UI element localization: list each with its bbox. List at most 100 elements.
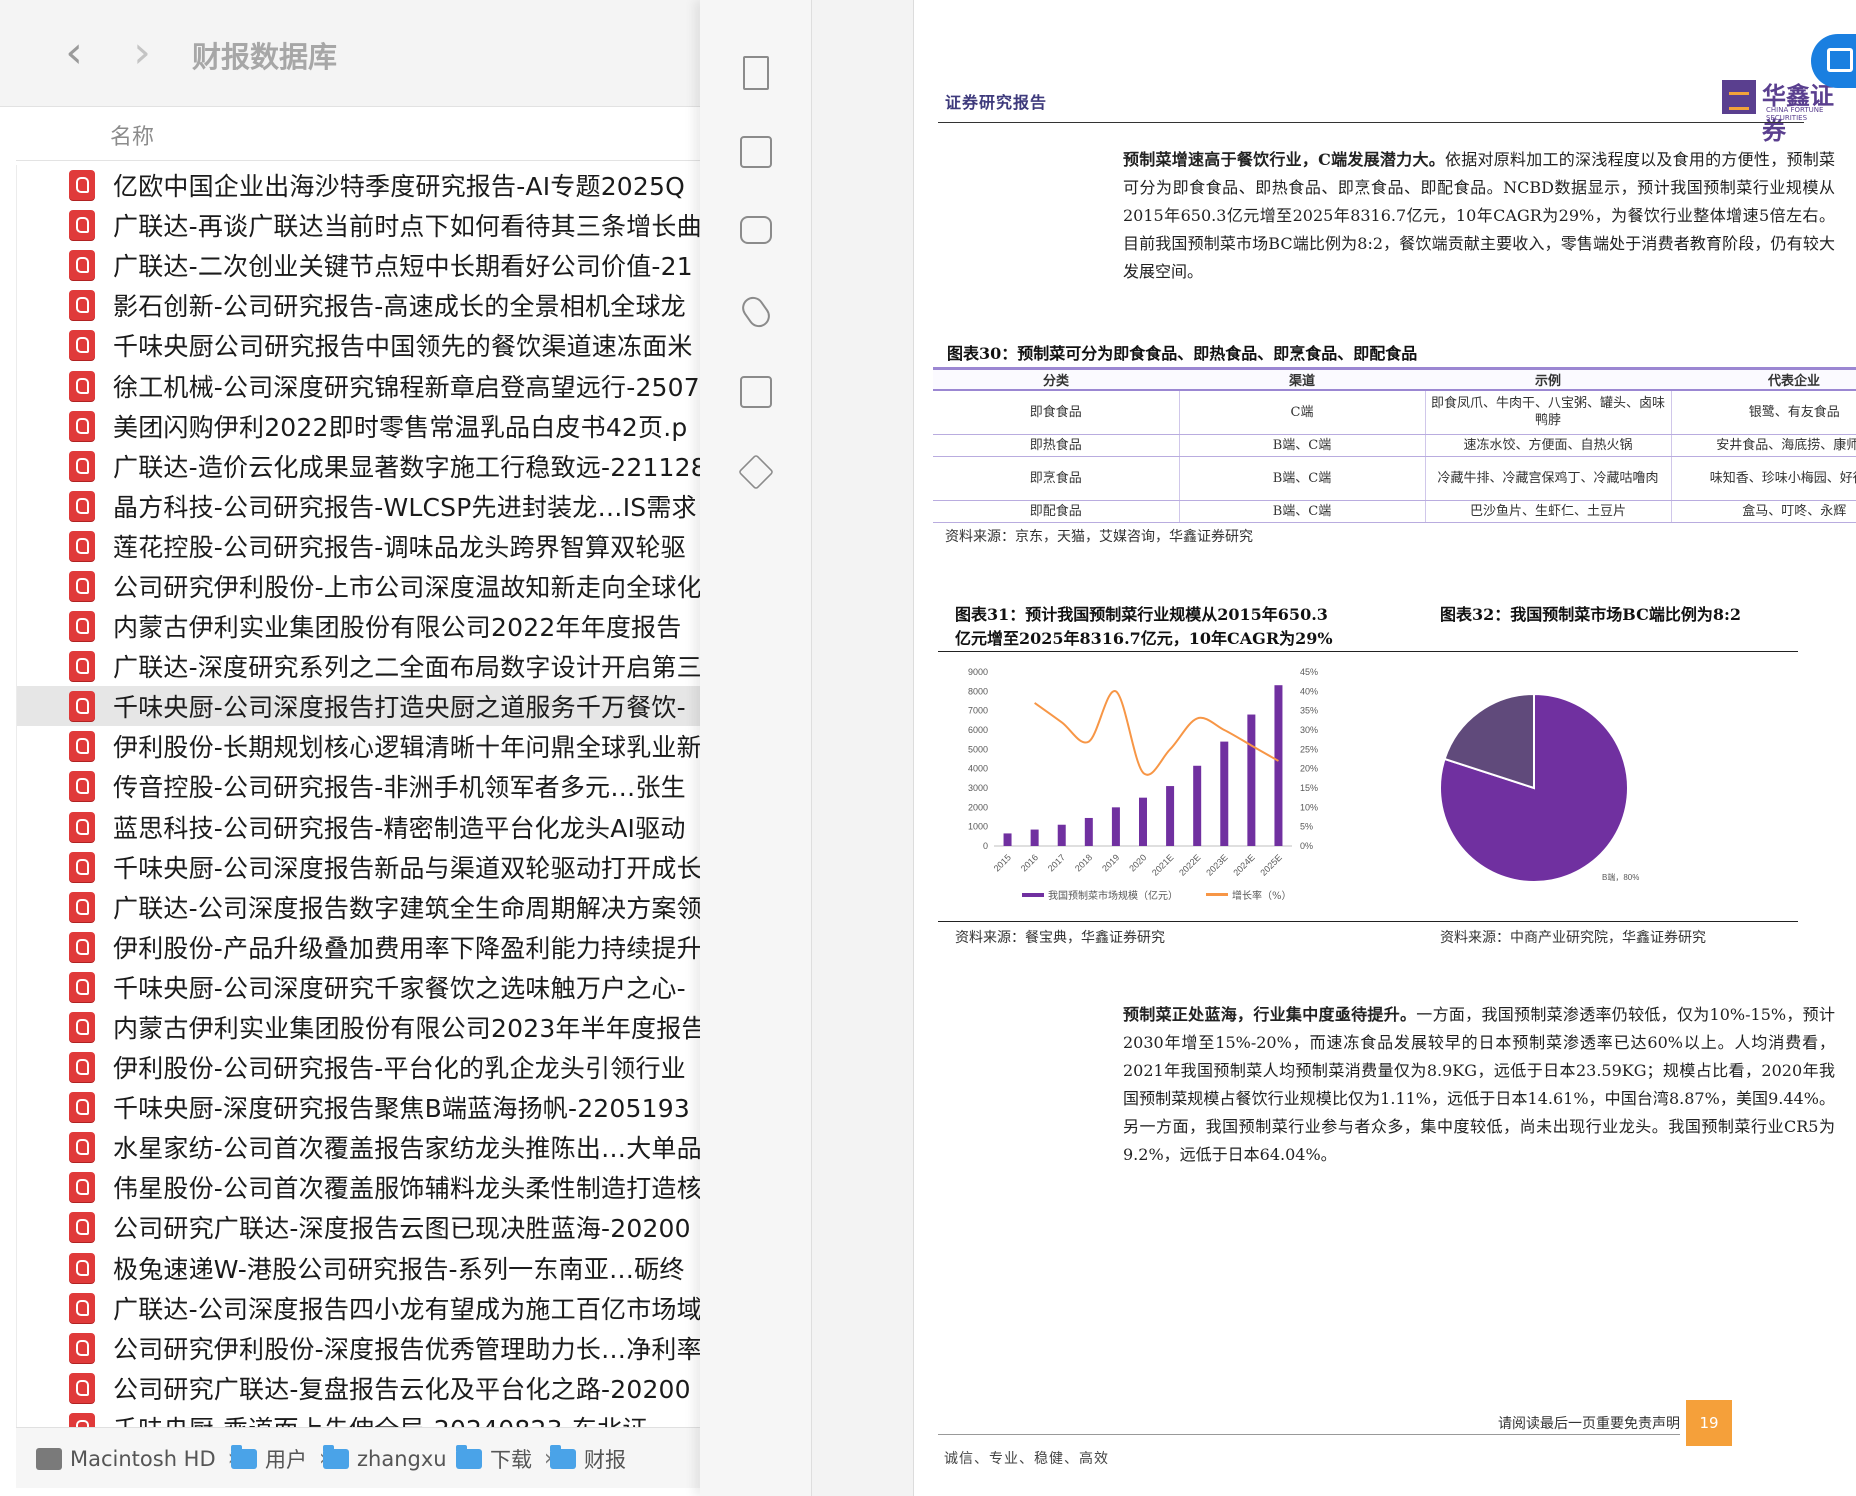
pdf-file-icon <box>69 691 95 722</box>
file-row[interactable]: 千味央厨公司研究报告中国领先的餐饮渠道速冻面米 <box>17 325 700 365</box>
file-row[interactable]: 亿欧中国企业出海沙特季度研究报告-AI专题2025Q <box>17 165 700 205</box>
x-tick-label: 2019 <box>1100 852 1121 873</box>
file-row[interactable]: 美团闪购伊利2022即时零售常温乳品白皮书42页.p <box>17 406 700 446</box>
table-cell: 速冻水饺、方便面、自热火锅 <box>1425 434 1672 457</box>
file-name: 亿欧中国企业出海沙特季度研究报告-AI专题2025Q <box>113 172 685 202</box>
column-header-name[interactable]: 名称 <box>16 107 700 161</box>
pdf-file-icon <box>69 570 95 601</box>
file-name: 美团闪购伊利2022即时零售常温乳品白皮书42页.p <box>113 412 688 442</box>
file-row[interactable]: 千味央厨-公司深度报告新品与渠道双轮驱动打开成长 <box>17 847 700 887</box>
path-item-macintosh-hd[interactable]: Macintosh HD› <box>36 1428 248 1488</box>
file-row[interactable]: 伊利股份-长期规划核心逻辑清晰十年问鼎全球乳业新 <box>17 726 700 766</box>
x-tick-label: 2021E <box>1150 852 1175 877</box>
header-divider <box>938 122 1804 123</box>
file-row[interactable]: 千味央厨-深度研究报告聚焦B端蓝海扬帆-2205193 <box>17 1087 700 1127</box>
file-row[interactable]: 公司研究伊利股份-深度报告优秀管理助力长…净利率 <box>17 1328 700 1368</box>
table-cell: C端 <box>1179 390 1426 435</box>
file-row[interactable]: 千味央厨-乘道而上先伸全局-20240823-东北证 <box>17 1408 700 1427</box>
bar <box>1084 817 1093 846</box>
file-row[interactable]: 千味央厨-公司深度报告打造央厨之道服务千万餐饮- <box>17 686 700 727</box>
file-row[interactable]: 传音控股-公司研究报告-非洲手机领军者多元…张生 <box>17 766 700 806</box>
file-name: 公司研究广联达-复盘报告云化及平台化之路-20200 <box>113 1374 691 1404</box>
hard-drive-icon <box>36 1447 62 1470</box>
file-name: 广联达-再谈广联达当前时点下如何看待其三条增长曲 <box>113 212 700 242</box>
translate-float-button[interactable] <box>1811 34 1856 88</box>
path-item-downloads[interactable]: 下载 › <box>456 1428 565 1488</box>
legend-swatch-bar <box>1022 893 1044 897</box>
image-icon[interactable] <box>740 136 772 168</box>
bar <box>1166 786 1175 846</box>
file-name: 广联达-公司深度报告数字建筑全生命周期解决方案领 <box>113 893 700 923</box>
pdf-file-icon <box>69 971 95 1002</box>
file-row[interactable]: 伊利股份-公司研究报告-平台化的乳企龙头引领行业 <box>17 1047 700 1087</box>
file-row[interactable]: 徐工机械-公司深度研究锦程新章启登高望远行-2507 <box>17 365 700 405</box>
path-item-reports[interactable]: 财报 <box>550 1428 626 1488</box>
file-row[interactable]: 极兔速递W-港股公司研究报告-系列一东南亚…砺终 <box>17 1248 700 1288</box>
paragraph-1-body: 依据对原料加工的深浅程度以及食用的方便性，预制菜可分为即食食品、即热食品、即烹食… <box>1123 150 1835 281</box>
file-row[interactable]: 影石创新-公司研究报告-高速成长的全景相机全球龙 <box>17 285 700 325</box>
comment-icon[interactable] <box>740 216 772 244</box>
table-row: 即热食品B端、C端速冻水饺、方便面、自热火锅安井食品、海底捞、康师傅 <box>933 434 1856 457</box>
legend-label-bar: 我国预制菜市场规模（亿元） <box>1048 889 1178 902</box>
bookmark-icon[interactable] <box>743 56 769 90</box>
table-header-cell: 渠道 <box>1179 367 1425 391</box>
path-label: zhangxu <box>357 1446 447 1471</box>
bar <box>1057 824 1066 846</box>
path-label: 下载 <box>490 1447 532 1472</box>
figure-bottom-rule <box>938 921 1798 922</box>
file-row[interactable]: 公司研究广联达-深度报告云图已现决胜蓝海-20200 <box>17 1207 700 1247</box>
folder-icon <box>323 1444 349 1469</box>
file-row[interactable]: 广联达-二次创业关键节点短中长期看好公司价值-21 <box>17 245 700 285</box>
file-row[interactable]: 蓝思科技-公司研究报告-精密制造平台化龙头AI驱动 <box>17 807 700 847</box>
file-row[interactable]: 伊利股份-产品升级叠加费用率下降盈利能力持续提升 <box>17 927 700 967</box>
y-tick-left: 3000 <box>968 783 988 793</box>
legend-label-line: 增长率（%） <box>1232 889 1292 902</box>
folder-icon <box>456 1444 482 1469</box>
pdf-file-icon <box>69 891 95 922</box>
table-header-cell: 代表企业 <box>1671 367 1856 391</box>
file-row[interactable]: 公司研究伊利股份-上市公司深度温故知新走向全球化 <box>17 566 700 606</box>
file-row[interactable]: 公司研究广联达-复盘报告云化及平台化之路-20200 <box>17 1368 700 1408</box>
file-row[interactable]: 广联达-再谈广联达当前时点下如何看待其三条增长曲 <box>17 205 700 245</box>
file-row[interactable]: 广联达-深度研究系列之二全面布局数字设计开启第三 <box>17 646 700 686</box>
file-name: 伊利股份-产品升级叠加费用率下降盈利能力持续提升 <box>113 933 700 963</box>
file-row[interactable]: 广联达-造价云化成果显著数字施工行稳致远-221128 <box>17 446 700 486</box>
file-name: 内蒙古伊利实业集团股份有限公司2022年年度报告 <box>113 613 682 643</box>
file-row[interactable]: 广联达-公司深度报告四小龙有望成为施工百亿市场域 <box>17 1288 700 1328</box>
file-row[interactable]: 广联达-公司深度报告数字建筑全生命周期解决方案领 <box>17 887 700 927</box>
file-name: 千味央厨-深度研究报告聚焦B端蓝海扬帆-2205193 <box>113 1094 690 1124</box>
y-tick-right: 45% <box>1300 667 1318 677</box>
table-cell: 盒马、叮咚、永辉 <box>1671 500 1856 523</box>
file-row[interactable]: 晶方科技-公司研究报告-WLCSP先进封装龙…IS需求 <box>17 486 700 526</box>
page-number: 19 <box>1686 1400 1732 1446</box>
pdf-file-icon <box>69 651 95 682</box>
paragraph-2-lead: 预制菜正处蓝海，行业集中度亟待提升。 <box>1123 1005 1417 1024</box>
table-cell: B端、C端 <box>1179 456 1426 501</box>
y-tick-left: 8000 <box>968 686 988 696</box>
bar <box>1003 833 1012 846</box>
paperclip-icon[interactable] <box>737 292 775 332</box>
back-button[interactable]: ‹ <box>52 26 96 80</box>
table-row: 即烹食品B端、C端冷藏牛排、冷藏宫保鸡丁、冷藏咕噜肉味知香、珍味小梅园、好得睐 <box>933 456 1856 501</box>
file-row[interactable]: 伟星股份-公司首次覆盖服饰辅料龙头柔性制造打造核 <box>17 1167 700 1207</box>
figure-31-source: 资料来源：餐宝典，华鑫证券研究 <box>955 930 1165 946</box>
table-row: 即配食品 B端、C端 巴沙鱼片、生虾仁、土豆片 盒马、叮咚、永辉 <box>933 500 1856 523</box>
pdf-file-icon <box>69 490 95 521</box>
file-name: 莲花控股-公司研究报告-调味品龙头跨界智算双轮驱 <box>113 532 686 562</box>
paragraph-2: 预制菜正处蓝海，行业集中度亟待提升。一方面，我国预制菜渗透率仍较低，仅为10%-… <box>1123 1001 1835 1169</box>
file-name: 蓝思科技-公司研究报告-精密制造平台化龙头AI驱动 <box>113 813 686 843</box>
file-row[interactable]: 内蒙古伊利实业集团股份有限公司2023年半年度报告 <box>17 1007 700 1047</box>
forward-button[interactable]: › <box>120 26 164 80</box>
file-row[interactable]: 莲花控股-公司研究报告-调味品龙头跨界智算双轮驱 <box>17 526 700 566</box>
window-title: 财报数据库 <box>192 40 338 74</box>
pdf-file-icon <box>69 250 95 281</box>
table-cell: 即烹食品 <box>933 456 1180 501</box>
word-export-icon[interactable] <box>740 376 772 408</box>
y-tick-right: 40% <box>1300 686 1318 696</box>
file-row[interactable]: 内蒙古伊利实业集团股份有限公司2022年年度报告 <box>17 606 700 646</box>
file-row[interactable]: 水星家纺-公司首次覆盖报告家纺龙头推陈出…大单品 <box>17 1127 700 1167</box>
path-label: 财报 <box>584 1447 626 1472</box>
layers-icon[interactable] <box>737 453 775 491</box>
page-margin <box>812 0 914 1496</box>
file-row[interactable]: 千味央厨-公司深度研究千家餐饮之选味触万户之心- <box>17 967 700 1007</box>
